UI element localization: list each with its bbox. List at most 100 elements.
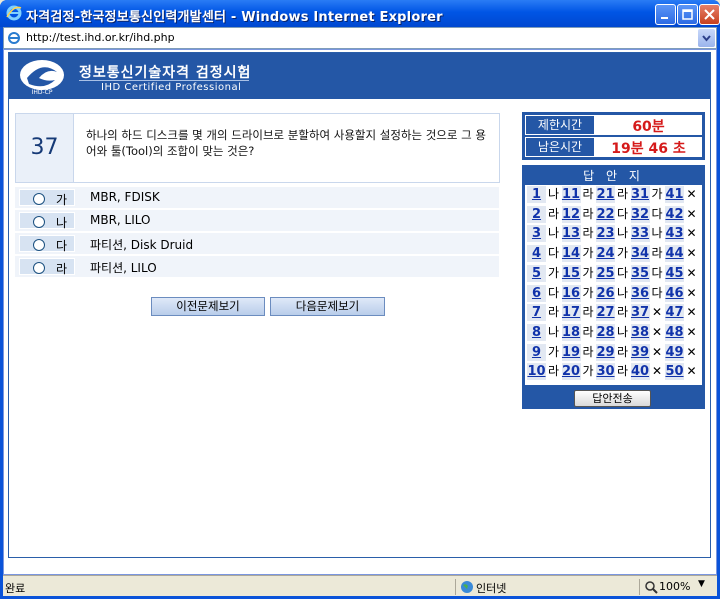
answer-question-link[interactable]: 9 bbox=[527, 343, 546, 361]
answer-question-link[interactable]: 31 bbox=[630, 186, 650, 203]
answer-question-link[interactable]: 28 bbox=[596, 323, 615, 341]
answer-question-link[interactable]: 27 bbox=[596, 304, 615, 322]
answer-cell: 23 나 bbox=[596, 224, 630, 243]
answer-marked: 다 bbox=[651, 206, 663, 221]
address-url[interactable]: http://test.ihd.or.kr/ihd.php bbox=[26, 31, 175, 44]
option-radio[interactable] bbox=[33, 193, 45, 205]
answer-question-link[interactable]: 40 bbox=[630, 363, 650, 381]
answer-question-link[interactable]: 48 bbox=[665, 323, 684, 341]
answer-cell: 47 ✕ bbox=[665, 303, 699, 322]
option-label[interactable]: 다 bbox=[19, 235, 75, 253]
answer-marked: 나 bbox=[651, 226, 663, 241]
option-row[interactable]: 라 파티션, LILO bbox=[15, 256, 499, 277]
answer-question-link[interactable]: 8 bbox=[527, 323, 546, 341]
answer-question-link[interactable]: 35 bbox=[630, 264, 650, 282]
answer-marked: 라 bbox=[547, 364, 560, 379]
time-remaining-row: 남은시간 19분 46 초 bbox=[525, 137, 702, 157]
answer-cell: 38 ✕ bbox=[630, 323, 665, 342]
answer-question-link[interactable]: 4 bbox=[527, 245, 546, 263]
answer-question-link[interactable]: 45 bbox=[665, 264, 684, 282]
answer-question-link[interactable]: 33 bbox=[630, 225, 650, 243]
answer-question-link[interactable]: 21 bbox=[596, 186, 615, 203]
answer-cell: 44 ✕ bbox=[665, 244, 699, 263]
answer-cell: 3나 bbox=[527, 224, 561, 243]
answer-question-link[interactable]: 18 bbox=[561, 323, 581, 341]
answer-question-link[interactable]: 32 bbox=[630, 205, 650, 223]
answer-cell: 6다 bbox=[527, 284, 561, 303]
option-radio[interactable] bbox=[33, 216, 45, 228]
answer-question-link[interactable]: 17 bbox=[561, 304, 581, 322]
answer-question-link[interactable]: 13 bbox=[561, 225, 581, 243]
address-bar[interactable]: http://test.ihd.or.kr/ihd.php bbox=[3, 27, 717, 49]
answer-cell: 50 ✕ bbox=[665, 362, 699, 381]
answer-question-link[interactable]: 16 bbox=[561, 284, 581, 302]
option-row[interactable]: 다 파티션, Disk Druid bbox=[15, 233, 499, 254]
answer-question-link[interactable]: 39 bbox=[630, 343, 650, 361]
answer-question-link[interactable]: 49 bbox=[665, 343, 684, 361]
next-question-button[interactable]: 다음문제보기 bbox=[270, 297, 385, 316]
answer-question-link[interactable]: 5 bbox=[527, 264, 546, 282]
answer-question-link[interactable]: 2 bbox=[527, 205, 546, 223]
answer-question-link[interactable]: 29 bbox=[596, 343, 615, 361]
answer-question-link[interactable]: 26 bbox=[596, 284, 615, 302]
option-row[interactable]: 나 MBR, LILO bbox=[15, 210, 499, 231]
answer-question-link[interactable]: 24 bbox=[596, 245, 615, 263]
answer-marked: ✕ bbox=[686, 344, 697, 359]
answer-question-link[interactable]: 37 bbox=[630, 304, 650, 322]
answer-marked: ✕ bbox=[686, 305, 697, 320]
zoom-control[interactable]: 100% ▼ bbox=[639, 579, 715, 595]
chevron-down-icon[interactable]: ▼ bbox=[698, 579, 705, 589]
answer-cell: 32 다 bbox=[630, 205, 665, 224]
answer-marked: 라 bbox=[582, 305, 594, 320]
option-radio[interactable] bbox=[33, 262, 45, 274]
address-dropdown-button[interactable] bbox=[698, 29, 715, 47]
answer-marked: ✕ bbox=[686, 364, 697, 379]
answer-cell: 41 ✕ bbox=[665, 185, 699, 204]
option-label[interactable]: 라 bbox=[19, 258, 75, 276]
answer-question-link[interactable]: 50 bbox=[665, 363, 684, 381]
prev-question-button[interactable]: 이전문제보기 bbox=[151, 297, 265, 316]
answer-question-link[interactable]: 23 bbox=[596, 225, 615, 243]
answer-question-link[interactable]: 41 bbox=[665, 186, 684, 203]
option-radio[interactable] bbox=[33, 239, 45, 251]
answer-question-link[interactable]: 34 bbox=[630, 245, 650, 263]
answer-question-link[interactable]: 25 bbox=[596, 264, 615, 282]
answer-marked: 다 bbox=[651, 285, 663, 300]
answer-question-link[interactable]: 10 bbox=[527, 363, 546, 381]
close-button[interactable] bbox=[699, 4, 720, 25]
answer-question-link[interactable]: 22 bbox=[596, 205, 615, 223]
answer-question-link[interactable]: 43 bbox=[665, 225, 684, 243]
answer-cell: 17 라 bbox=[561, 303, 596, 322]
answer-cell: 39 ✕ bbox=[630, 343, 665, 362]
maximize-button[interactable] bbox=[677, 4, 698, 25]
option-label[interactable]: 가 bbox=[19, 189, 75, 207]
answer-question-link[interactable]: 38 bbox=[630, 323, 650, 341]
option-row[interactable]: 가 MBR, FDISK bbox=[15, 187, 499, 208]
answer-cell: 21 라 bbox=[596, 185, 630, 204]
answer-question-link[interactable]: 7 bbox=[527, 304, 546, 322]
submit-answers-button[interactable]: 답안전송 bbox=[574, 390, 651, 407]
question-number: 37 bbox=[16, 114, 74, 182]
answer-cell: 12 라 bbox=[561, 205, 596, 224]
answer-cell: 42 ✕ bbox=[665, 205, 699, 224]
option-label[interactable]: 나 bbox=[19, 212, 75, 230]
answer-marked: ✕ bbox=[686, 206, 697, 221]
answer-question-link[interactable]: 15 bbox=[561, 264, 581, 282]
answer-marked: 가 bbox=[582, 285, 594, 300]
answer-question-link[interactable]: 6 bbox=[527, 284, 546, 302]
answer-question-link[interactable]: 14 bbox=[561, 245, 581, 263]
answer-question-link[interactable]: 12 bbox=[561, 205, 581, 223]
answer-question-link[interactable]: 20 bbox=[561, 363, 581, 381]
answer-question-link[interactable]: 30 bbox=[596, 363, 615, 381]
answer-question-link[interactable]: 11 bbox=[561, 186, 581, 203]
answer-question-link[interactable]: 1 bbox=[527, 186, 546, 203]
answer-question-link[interactable]: 36 bbox=[630, 284, 650, 302]
answer-question-link[interactable]: 44 bbox=[665, 245, 684, 263]
answer-question-link[interactable]: 46 bbox=[665, 284, 684, 302]
minimize-button[interactable] bbox=[655, 4, 676, 25]
answer-question-link[interactable]: 19 bbox=[561, 343, 581, 361]
answer-question-link[interactable]: 42 bbox=[665, 205, 684, 223]
answer-question-link[interactable]: 3 bbox=[527, 225, 546, 243]
answer-question-link[interactable]: 47 bbox=[665, 304, 684, 322]
logo-text: IHD-CP bbox=[32, 89, 53, 96]
